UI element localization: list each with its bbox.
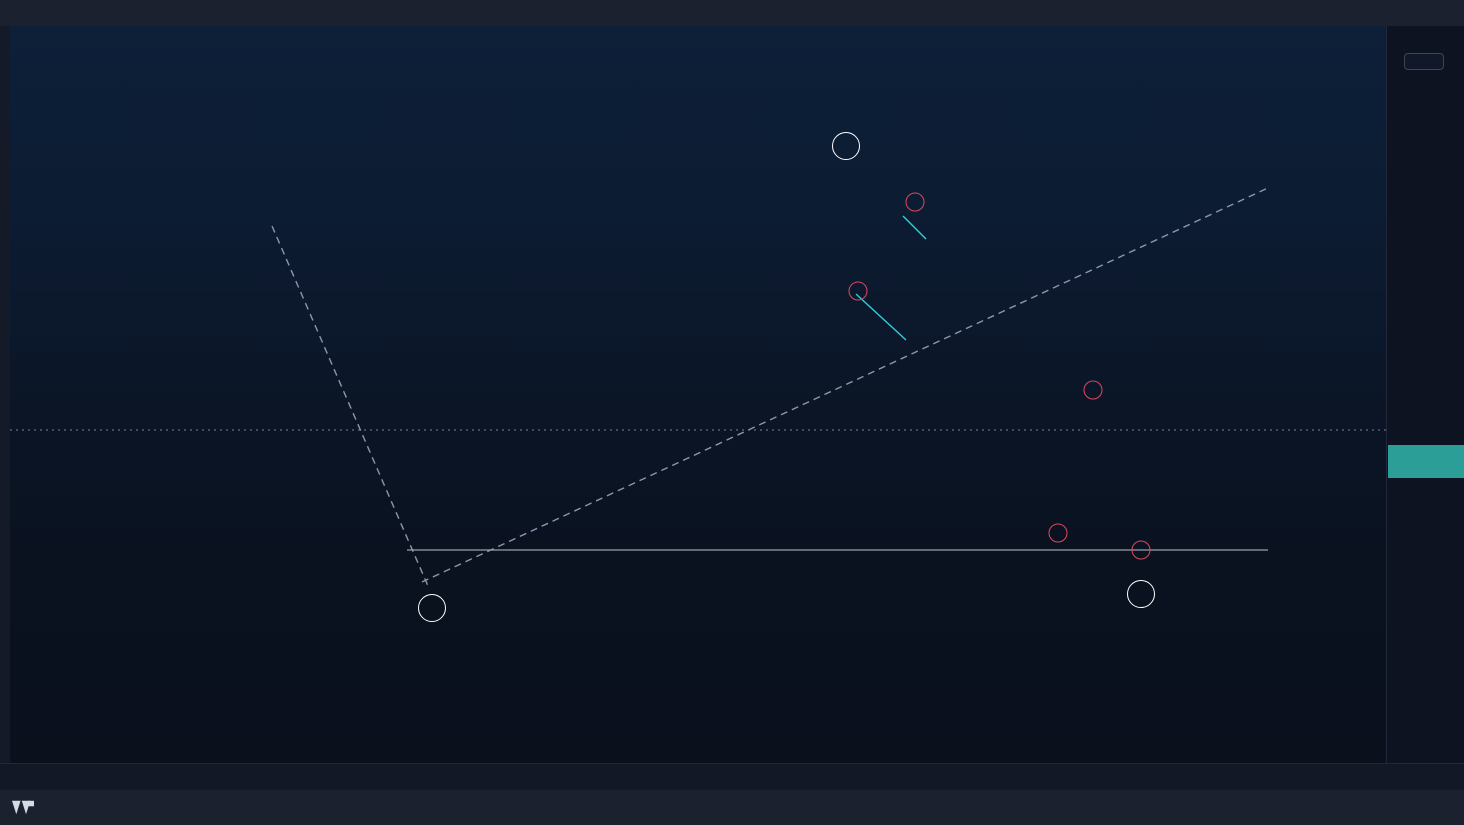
channel-line-upper	[902, 215, 927, 240]
uptrend-line	[421, 186, 1271, 583]
wave-c-circle	[1127, 580, 1155, 608]
tradingview-chart-screenshot	[0, 0, 1464, 825]
wave-5-circle	[1131, 540, 1151, 560]
downtrend-line	[271, 225, 429, 587]
wave-1-circle	[848, 281, 868, 301]
volume-pane	[10, 661, 1386, 763]
wave-2-circle	[905, 192, 925, 212]
channel-line-lower	[855, 293, 907, 341]
footer-bar	[0, 790, 1464, 825]
chart-pane[interactable]	[10, 26, 1386, 763]
wave-a-circle	[418, 594, 446, 622]
tradingview-logo-icon	[12, 800, 34, 815]
wave-4-circle	[1083, 380, 1103, 400]
current-price-badge[interactable]	[1388, 445, 1464, 478]
price-pane[interactable]	[10, 26, 1386, 661]
currency-badge[interactable]	[1404, 53, 1444, 70]
volume-histogram-canvas	[10, 661, 1386, 763]
wave-b-circle	[832, 132, 860, 160]
drawing-overlay	[10, 186, 1386, 587]
time-axis[interactable]	[0, 763, 1464, 790]
publisher-bar	[0, 0, 1464, 26]
price-axis[interactable]	[1386, 26, 1464, 763]
wave-3-circle	[1048, 523, 1068, 543]
